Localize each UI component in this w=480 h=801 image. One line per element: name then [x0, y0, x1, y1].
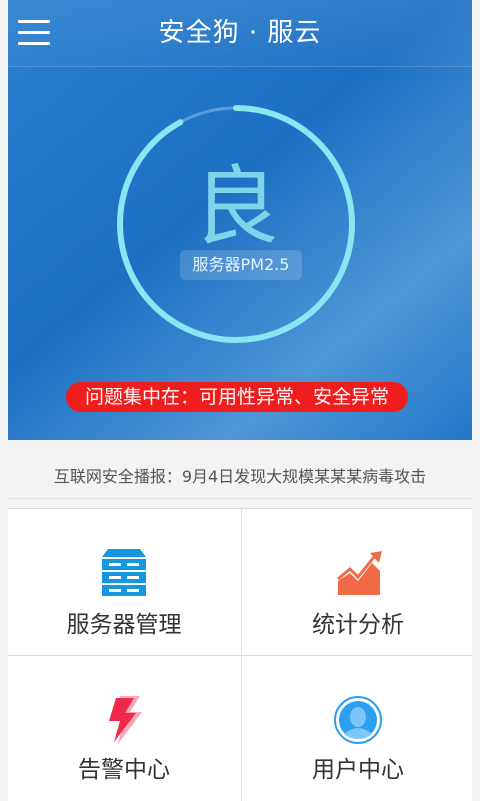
problem-banner[interactable]: 问题集中在：可用性异常、安全异常 — [66, 382, 408, 412]
user-center-tile[interactable]: 用户中心 — [242, 656, 474, 801]
status-panel: 安全狗 · 服云 良 服务器PM2.5 问题集中在：可用性异常、安全异常 — [8, 0, 472, 440]
health-grade: 良 — [193, 157, 279, 257]
feature-grid: 服务器管理 统计分析 告警中心 用户中心 — [8, 508, 472, 801]
user-center-label: 用户中心 — [312, 757, 404, 783]
lightning-icon — [109, 696, 142, 744]
app-screen: 安全狗 · 服云 良 服务器PM2.5 问题集中在：可用性异常、安全异常 互联网… — [8, 0, 472, 801]
server-management-label: 服务器管理 — [66, 612, 182, 638]
chart-up-icon — [337, 551, 382, 595]
news-ticker[interactable]: 互联网安全播报：9月4日发现大规模某某某病毒攻击 — [8, 456, 472, 499]
server-icon — [102, 549, 146, 596]
user-avatar-icon — [334, 696, 382, 744]
health-gauge: 良 服务器PM2.5 — [116, 104, 356, 344]
pm-label: 服务器PM2.5 — [180, 250, 302, 280]
server-management-tile[interactable]: 服务器管理 — [8, 509, 240, 654]
statistics-tile[interactable]: 统计分析 — [242, 509, 474, 654]
alert-center-tile[interactable]: 告警中心 — [8, 656, 240, 801]
top-bar: 安全狗 · 服云 — [8, 0, 472, 67]
statistics-label: 统计分析 — [312, 612, 404, 638]
app-title: 安全狗 · 服云 — [158, 18, 322, 48]
alert-center-label: 告警中心 — [78, 757, 170, 783]
